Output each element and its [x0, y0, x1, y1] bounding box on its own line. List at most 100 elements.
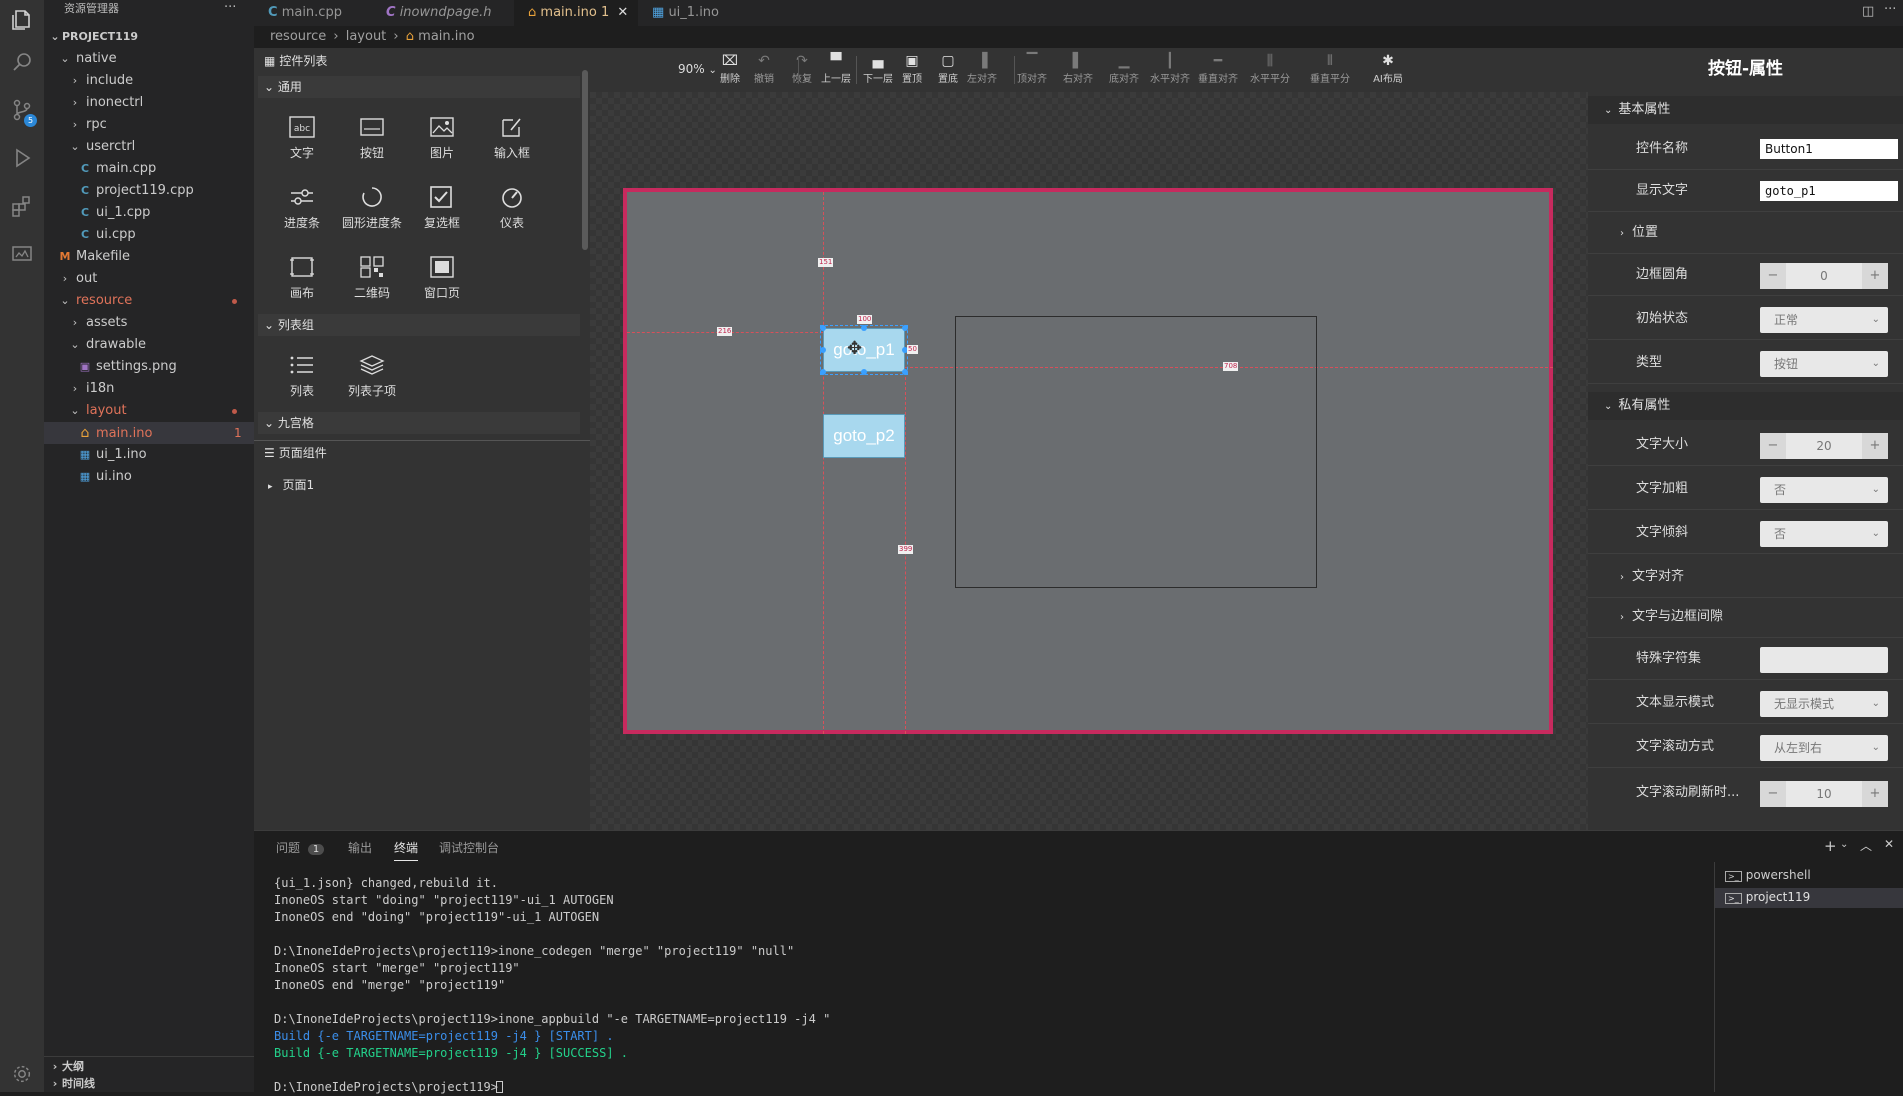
timeline-section[interactable]: › 时间线	[44, 1076, 254, 1092]
resize-handle[interactable]	[861, 325, 867, 331]
tree-item[interactable]: ▦ ui.ino	[44, 466, 254, 488]
palette-widget[interactable]: abc 文字	[270, 104, 334, 168]
outline-section[interactable]: › 大纲	[44, 1056, 254, 1076]
toolbar-button[interactable]: ▣ 置顶	[892, 52, 932, 85]
toolbar-button[interactable]: ▁ 底对齐	[1104, 52, 1144, 85]
minus-icon[interactable]: −	[1760, 263, 1786, 289]
tree-item[interactable]: M Makefile	[44, 246, 254, 268]
plus-icon[interactable]: +	[1862, 263, 1888, 289]
tree-item[interactable]: ⌂ main.ino 1	[44, 422, 254, 444]
toolbar-button[interactable]: ━ 垂直对齐	[1198, 52, 1238, 85]
minus-icon[interactable]: −	[1760, 781, 1786, 807]
palette-widget[interactable]: 列表子项	[340, 342, 404, 406]
tab-inowndpage-h[interactable]: C inowndpage.h	[372, 0, 500, 26]
resize-handle[interactable]	[861, 369, 867, 375]
goto-p1-button[interactable]: goto_p1	[820, 325, 908, 375]
palette-widget[interactable]: 图片	[410, 104, 474, 168]
name-field[interactable]: Button1	[1760, 139, 1898, 159]
page-frame[interactable]: goto_p1 ✥ goto_p2 151 216 100 50 708 399	[623, 188, 1553, 734]
palette-widget[interactable]: 二维码	[340, 244, 404, 308]
design-canvas[interactable]: goto_p1 ✥ goto_p2 151 216 100 50 708 399	[590, 92, 1588, 830]
breadcrumb-item[interactable]: main.ino	[418, 29, 474, 44]
new-terminal-icon[interactable]: +	[1824, 837, 1837, 855]
palette-widget[interactable]: 进度条	[270, 174, 334, 238]
close-icon[interactable]: ✕	[617, 5, 628, 20]
tree-item[interactable]: ⌄ layout	[44, 400, 254, 422]
bold-select[interactable]: 否 ⌄	[1760, 477, 1888, 503]
tree-item[interactable]: ⌄ resource	[44, 290, 254, 312]
plus-icon[interactable]: +	[1862, 433, 1888, 459]
maximize-panel-icon[interactable]: ︿	[1860, 837, 1872, 854]
palette-widget[interactable]: 圆形进度条	[340, 174, 404, 238]
breadcrumb-item[interactable]: resource	[270, 29, 326, 44]
tree-item[interactable]: › inonectrl	[44, 92, 254, 114]
search-icon[interactable]	[6, 46, 38, 78]
section-private[interactable]: ⌄ 私有属性	[1588, 392, 1903, 420]
tree-item[interactable]: ▣ settings.png	[44, 356, 254, 378]
type-select[interactable]: 按钮 ⌄	[1760, 351, 1888, 377]
resize-handle[interactable]	[820, 325, 826, 331]
palette-widget[interactable]: 复选框	[410, 174, 474, 238]
window-page-widget[interactable]	[955, 316, 1317, 588]
refresh-stepper[interactable]: −10 +	[1760, 781, 1888, 807]
goto-p2-button[interactable]: goto_p2	[823, 414, 905, 458]
palette-widget[interactable]: 列表	[270, 342, 334, 406]
extensions-icon[interactable]	[6, 190, 38, 222]
palette-widget[interactable]: 按钮	[340, 104, 404, 168]
tree-item[interactable]: Cproject119.cpp	[44, 180, 254, 202]
palette-widget[interactable]: 输入框	[480, 104, 544, 168]
prop-padding-row[interactable]: › 文字与边框间隙	[1588, 596, 1903, 638]
resize-handle[interactable]	[902, 325, 908, 331]
run-debug-icon[interactable]	[6, 142, 38, 174]
toolbar-button[interactable]: ▔ 顶对齐	[1012, 52, 1052, 85]
tree-item[interactable]: ⌄ native	[44, 48, 254, 70]
section-list[interactable]: ⌄ 列表组	[258, 314, 580, 336]
resize-handle[interactable]	[902, 369, 908, 375]
resize-handle[interactable]	[820, 369, 826, 375]
terminal-item-powershell[interactable]: >_ powershell	[1725, 868, 1811, 882]
tree-item[interactable]: ⌄ userctrl	[44, 136, 254, 158]
tree-item[interactable]: › include	[44, 70, 254, 92]
palette-widget[interactable]: 仪表	[480, 174, 544, 238]
tree-item[interactable]: › rpc	[44, 114, 254, 136]
fontsize-stepper[interactable]: −20 +	[1760, 433, 1888, 459]
display-text-field[interactable]: goto_p1	[1760, 181, 1898, 201]
tree-item[interactable]: ⌄ drawable	[44, 334, 254, 356]
more-actions-icon[interactable]: ···	[224, 0, 236, 18]
tab-main-cpp[interactable]: C main.cpp	[254, 0, 372, 26]
remote-icon[interactable]	[6, 238, 38, 270]
tab-terminal[interactable]: 终端	[394, 839, 419, 861]
palette-widget[interactable]: 画布	[270, 244, 334, 308]
page-tree-item[interactable]: ▸ 页面1	[268, 476, 314, 493]
tab-problems[interactable]: 问题 1	[276, 839, 325, 856]
tree-item[interactable]: Cmain.cpp	[44, 158, 254, 180]
project-root[interactable]: ⌄ PROJECT119	[44, 26, 254, 48]
tree-item[interactable]: › assets	[44, 312, 254, 334]
toolbar-button[interactable]: ▌ 右对齐	[1058, 52, 1098, 85]
tree-item[interactable]: › out	[44, 268, 254, 290]
toolbar-button[interactable]: ⫼ 水平平分	[1250, 52, 1290, 85]
prop-position-row[interactable]: › 位置	[1588, 212, 1903, 254]
editor-more-icon[interactable]: ···	[1884, 2, 1896, 17]
display-mode-select[interactable]: 无显示模式 ⌄	[1760, 691, 1888, 717]
tree-item[interactable]: › i18n	[44, 378, 254, 400]
toolbar-button[interactable]: ▐ 左对齐	[962, 52, 1002, 85]
palette-scrollbar[interactable]	[582, 70, 588, 250]
toolbar-button[interactable]: ✱ AI布局	[1368, 52, 1408, 85]
palette-widget[interactable]: 窗口页	[410, 244, 474, 308]
radius-stepper[interactable]: −0 +	[1760, 263, 1888, 289]
minus-icon[interactable]: −	[1760, 433, 1786, 459]
tree-item[interactable]: Cui_1.cpp	[44, 202, 254, 224]
tree-item[interactable]: Cui.cpp	[44, 224, 254, 246]
state-select[interactable]: 正常 ⌄	[1760, 307, 1888, 333]
explorer-icon[interactable]	[6, 4, 38, 36]
plus-icon[interactable]: +	[1862, 781, 1888, 807]
settings-gear-icon[interactable]	[6, 1058, 38, 1090]
tab-main-ino[interactable]: ⌂ main.ino 1 ✕	[514, 0, 638, 26]
italic-select[interactable]: 否 ⌄	[1760, 521, 1888, 547]
resize-handle[interactable]	[820, 347, 826, 353]
toolbar-button[interactable]: ┃ 水平对齐	[1150, 52, 1190, 85]
toolbar-button[interactable]: ▀ 上一层	[816, 52, 856, 85]
toolbar-button[interactable]: ⫴ 垂直平分	[1310, 52, 1350, 85]
scroll-mode-select[interactable]: 从左到右 ⌄	[1760, 735, 1888, 761]
